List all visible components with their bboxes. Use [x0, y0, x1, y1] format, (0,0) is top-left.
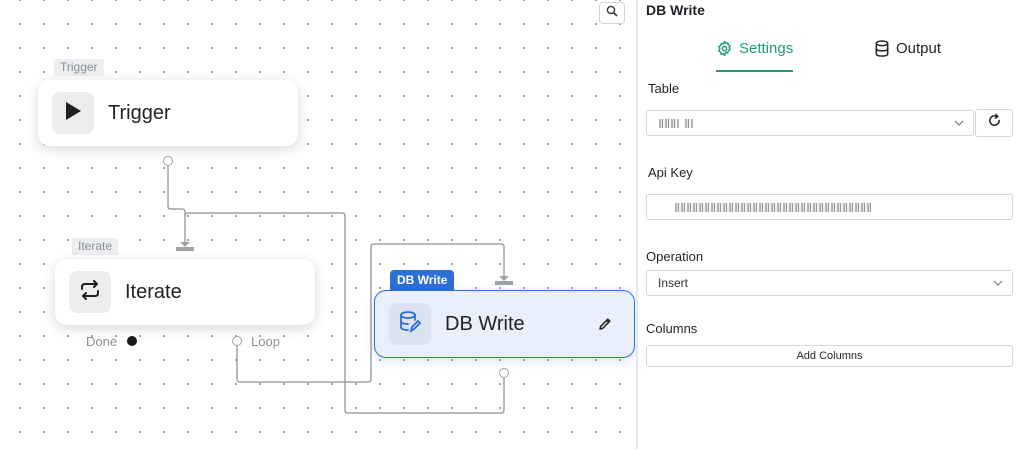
- tab-output[interactable]: Output: [874, 40, 941, 70]
- api-key-value-redacted: [675, 203, 871, 212]
- table-value-redacted-2: [685, 118, 693, 128]
- chevron-down-icon: [992, 277, 1004, 292]
- panel-title: DB Write: [646, 2, 705, 18]
- workflow-canvas[interactable]: Trigger Trigger Iterate Iterate Done Loo…: [0, 0, 636, 449]
- operation-select[interactable]: Insert: [646, 270, 1013, 296]
- api-key-label: Api Key: [648, 165, 693, 180]
- play-icon: [64, 101, 82, 126]
- refresh-icon: [987, 113, 1002, 133]
- database-icon: [874, 40, 890, 61]
- pencil-icon[interactable]: [598, 317, 612, 336]
- tab-settings[interactable]: Settings: [716, 40, 794, 72]
- edge-trigger-to-iterate: [167, 162, 186, 245]
- database-edit-icon: [398, 310, 422, 339]
- repeat-icon: [79, 279, 101, 305]
- table-select[interactable]: [646, 110, 974, 136]
- iterate-node-label: Iterate: [125, 280, 182, 303]
- dbwrite-output-port[interactable]: [499, 368, 509, 378]
- gear-icon: [716, 40, 733, 61]
- dbwrite-node-tag: DB Write: [390, 270, 455, 291]
- iterate-done-label: Done: [86, 334, 118, 349]
- dbwrite-node-icon-box: [389, 303, 431, 345]
- iterate-node-icon-box: [69, 271, 111, 313]
- api-key-input[interactable]: [646, 194, 1013, 220]
- trigger-node-label: Trigger: [108, 101, 171, 124]
- columns-label: Columns: [646, 321, 698, 336]
- table-refresh-button[interactable]: [975, 109, 1013, 137]
- operation-label: Operation: [646, 249, 704, 264]
- operation-value: Insert: [658, 276, 689, 290]
- dbwrite-node[interactable]: DB Write: [374, 290, 635, 358]
- tab-settings-label: Settings: [739, 40, 794, 57]
- properties-panel: DB Write Settings Output Table Api Key O…: [638, 0, 1016, 449]
- iterate-node-tag: Iterate: [72, 238, 119, 255]
- table-value-redacted: [659, 118, 679, 128]
- table-label: Table: [648, 81, 680, 96]
- tab-output-label: Output: [896, 40, 942, 57]
- trigger-node-icon-box: [52, 92, 94, 134]
- search-icon: [606, 4, 618, 22]
- trigger-output-port[interactable]: [163, 156, 173, 166]
- trigger-node[interactable]: Trigger: [38, 80, 298, 146]
- canvas-search-button[interactable]: [599, 2, 625, 24]
- dbwrite-node-label: DB Write: [445, 312, 525, 335]
- iterate-loop-port[interactable]: [232, 336, 242, 346]
- add-columns-button[interactable]: Add Columns: [646, 345, 1013, 367]
- iterate-done-port[interactable]: [127, 336, 137, 346]
- chevron-down-icon: [953, 117, 965, 132]
- trigger-node-tag: Trigger: [54, 59, 104, 76]
- iterate-loop-label: Loop: [251, 334, 280, 349]
- iterate-node[interactable]: Iterate: [55, 259, 315, 325]
